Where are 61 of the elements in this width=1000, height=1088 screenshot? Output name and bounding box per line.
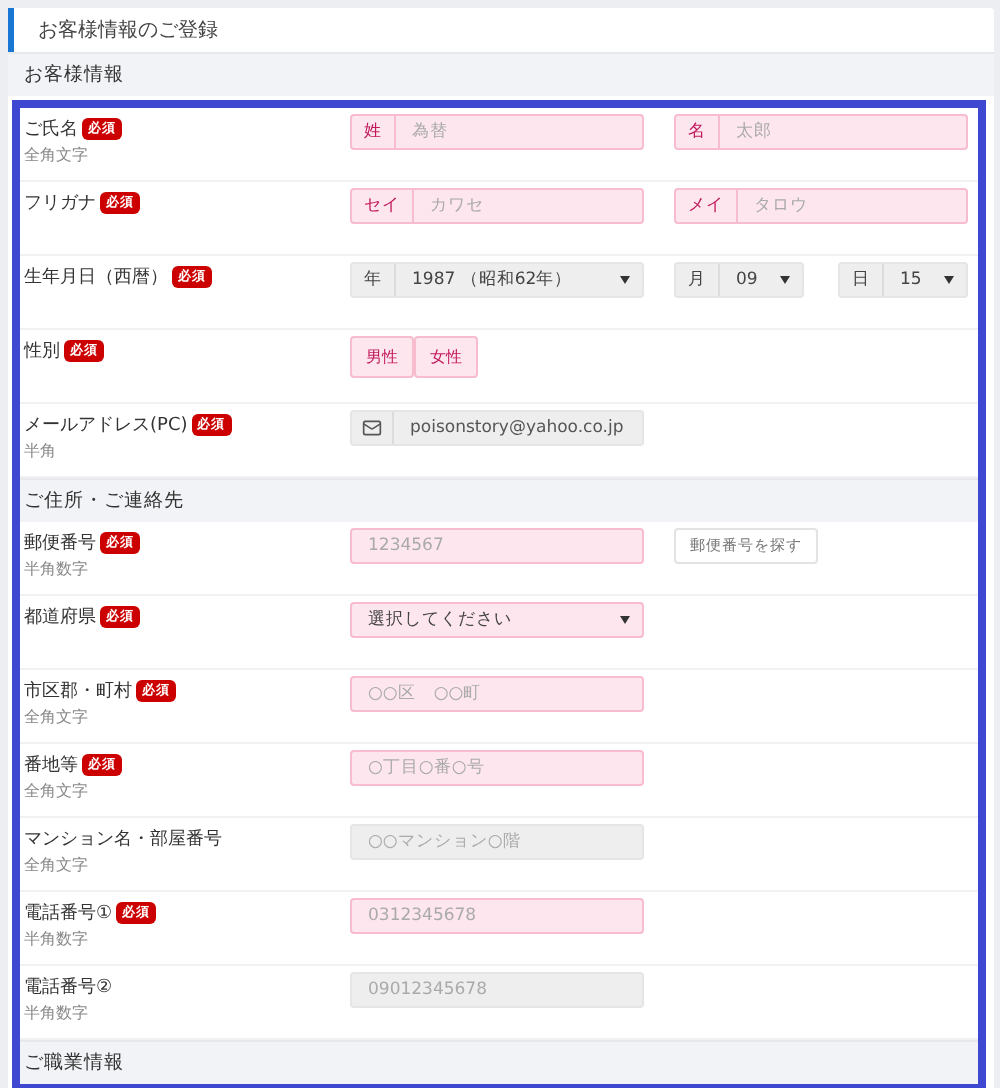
section-header: ご職業情報 — [20, 1040, 978, 1084]
field-label: ご氏名 — [24, 117, 78, 142]
text-field[interactable]: 姓 為替 — [350, 114, 644, 150]
field-prefix: メイ — [676, 190, 738, 222]
field-label: 番地等 — [24, 753, 78, 778]
gender-option[interactable]: 男性 — [350, 336, 414, 378]
select-dropdown[interactable]: 月 09 — [674, 262, 804, 298]
field-prefix: 姓 — [352, 116, 396, 148]
field-hint: 全角文字 — [24, 706, 90, 728]
select-dropdown[interactable]: 年 1987 （昭和62年） — [350, 262, 644, 298]
field-label: 都道府県 — [24, 605, 96, 630]
select-dropdown[interactable]: 選択してください — [350, 602, 644, 638]
field-prefix: 日 — [840, 264, 884, 296]
field-hint: 全角文字 — [24, 780, 90, 802]
selected-value: 15 — [898, 268, 924, 294]
text-input[interactable]: タロウ — [738, 190, 966, 222]
field-label: マンション名・部屋番号 — [24, 827, 222, 852]
text-field[interactable]: 1234567 — [352, 530, 642, 562]
section-header: ご住所・ご連絡先 — [20, 478, 978, 522]
field-label: 電話番号① — [24, 901, 113, 926]
text-input[interactable]: カワセ — [414, 190, 642, 222]
field-label: 郵便番号 — [24, 531, 96, 556]
gender-option[interactable]: 女性 — [414, 336, 478, 378]
text-field[interactable]: ○○マンション○階 — [352, 826, 642, 858]
field-prefix: セイ — [352, 190, 414, 222]
mail-icon — [362, 418, 382, 438]
selected-value: 選択してください — [366, 608, 514, 634]
email-field[interactable]: poisonstory@yahoo.co.jp — [350, 410, 644, 446]
section-header: お客様情報 — [8, 52, 994, 96]
field-label: フリガナ — [24, 192, 96, 216]
field-prefix: 月 — [676, 264, 720, 296]
caret-icon — [944, 276, 954, 284]
text-field[interactable]: メイ タロウ — [674, 188, 968, 224]
field-hint: 半角数字 — [24, 928, 90, 950]
field-prefix: 名 — [676, 116, 720, 148]
field-hint: 半角数字 — [24, 558, 90, 580]
field-label: メールアドレス(PC) — [24, 414, 188, 438]
field-hint: 半角 — [24, 440, 58, 462]
field-label: 生年月日（西暦） — [24, 265, 168, 290]
field-label: 性別 — [24, 339, 60, 364]
select-dropdown[interactable]: 日 15 — [838, 262, 968, 298]
text-field[interactable]: 名 太郎 — [674, 114, 968, 150]
text-input[interactable]: 為替 — [396, 116, 642, 148]
text-field[interactable]: ○丁目○番○号 — [352, 752, 642, 784]
text-field[interactable]: ○○区 ○○町 — [352, 678, 642, 710]
text-field[interactable]: セイ カワセ — [350, 188, 644, 224]
text-input[interactable]: 太郎 — [720, 116, 966, 148]
field-hint: 全角文字 — [24, 144, 90, 166]
field-prefix: 年 — [352, 264, 396, 296]
field-label: 電話番号② — [24, 975, 113, 1000]
selected-value: 09 — [734, 268, 760, 294]
email-input[interactable]: poisonstory@yahoo.co.jp — [394, 412, 642, 444]
text-field[interactable]: 09012345678 — [352, 974, 642, 1006]
selected-value: 1987 （昭和62年） — [410, 268, 575, 294]
field-label: 市区郡・町村 — [24, 679, 132, 704]
caret-icon — [620, 276, 630, 284]
text-field[interactable]: 0312345678 — [352, 900, 642, 932]
caret-icon — [620, 616, 630, 624]
field-hint: 全角文字 — [24, 854, 90, 876]
field-hint: 半角数字 — [24, 1002, 90, 1024]
caret-icon — [780, 276, 790, 284]
